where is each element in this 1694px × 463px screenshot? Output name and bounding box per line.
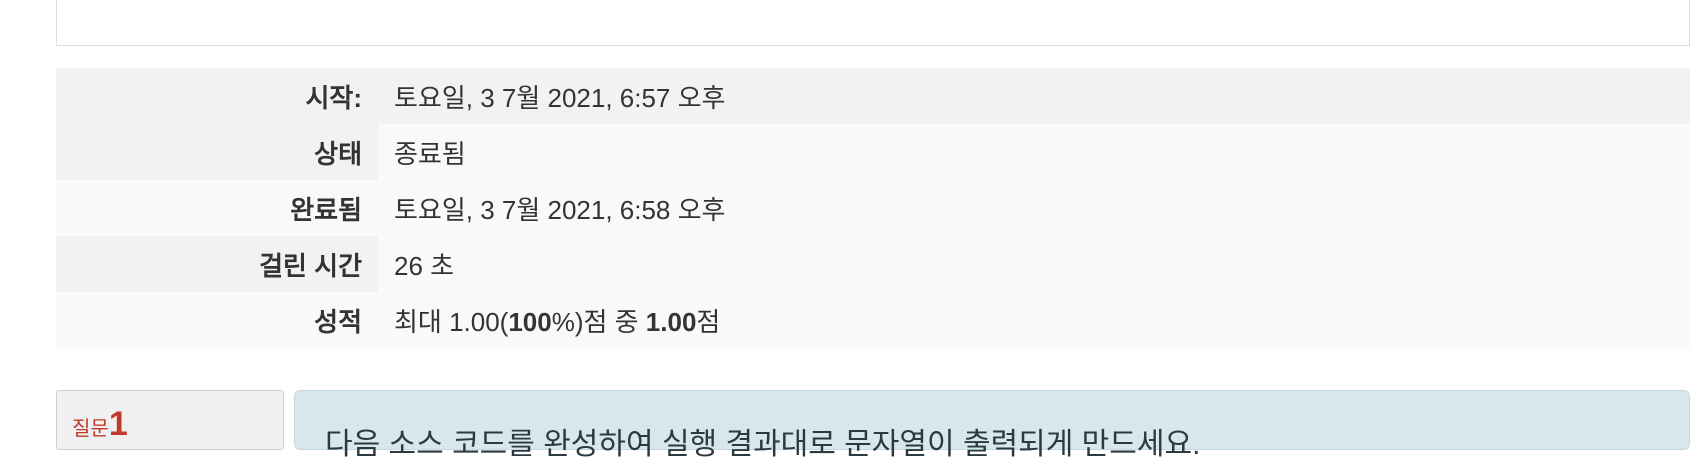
question-number-label: 질문1	[72, 405, 128, 444]
grade-text-middle: %)점 중	[551, 306, 646, 337]
summary-row-time-taken: 걸린 시간 26 초	[56, 236, 1690, 292]
question-number: 1	[108, 405, 128, 443]
summary-label: 성적	[56, 292, 378, 348]
summary-label: 상태	[56, 124, 378, 180]
summary-value: 토요일, 3 7월 2021, 6:58 오후	[378, 180, 1690, 236]
summary-value: 최대 1.00(100%)점 중 1.00점	[378, 292, 1690, 348]
question-word: 질문	[72, 418, 109, 440]
summary-value: 토요일, 3 7월 2021, 6:57 오후	[378, 68, 1690, 124]
grade-percent: 100	[508, 306, 552, 337]
summary-row-state: 상태 종료됨	[56, 124, 1690, 180]
summary-value: 26 초	[378, 236, 1690, 292]
summary-label: 완료됨	[56, 180, 378, 236]
grade-text-prefix: 최대 1.00(	[394, 306, 509, 337]
summary-row-started: 시작: 토요일, 3 7월 2021, 6:57 오후	[56, 68, 1690, 124]
summary-label: 시작:	[56, 68, 378, 124]
question-text: 다음 소스 코드를 완성하여 실행 결과대로 문자열이 출력되게 만드세요.	[325, 428, 1201, 461]
grade-text-suffix: 점	[696, 306, 721, 337]
summary-row-grade: 성적 최대 1.00(100%)점 중 1.00점	[56, 292, 1690, 348]
previous-content-box	[56, 0, 1690, 46]
attempt-summary-table: 시작: 토요일, 3 7월 2021, 6:57 오후 상태 종료됨 완료됨 토…	[56, 68, 1690, 348]
summary-row-completed: 완료됨 토요일, 3 7월 2021, 6:58 오후	[56, 180, 1690, 236]
summary-label: 걸린 시간	[56, 236, 378, 292]
grade-score: 1.00	[645, 306, 697, 337]
question-info-box: 질문1	[56, 390, 284, 450]
summary-value: 종료됨	[378, 124, 1690, 180]
question-content-box: 다음 소스 코드를 완성하여 실행 결과대로 문자열이 출력되게 만드세요.	[294, 390, 1690, 461]
